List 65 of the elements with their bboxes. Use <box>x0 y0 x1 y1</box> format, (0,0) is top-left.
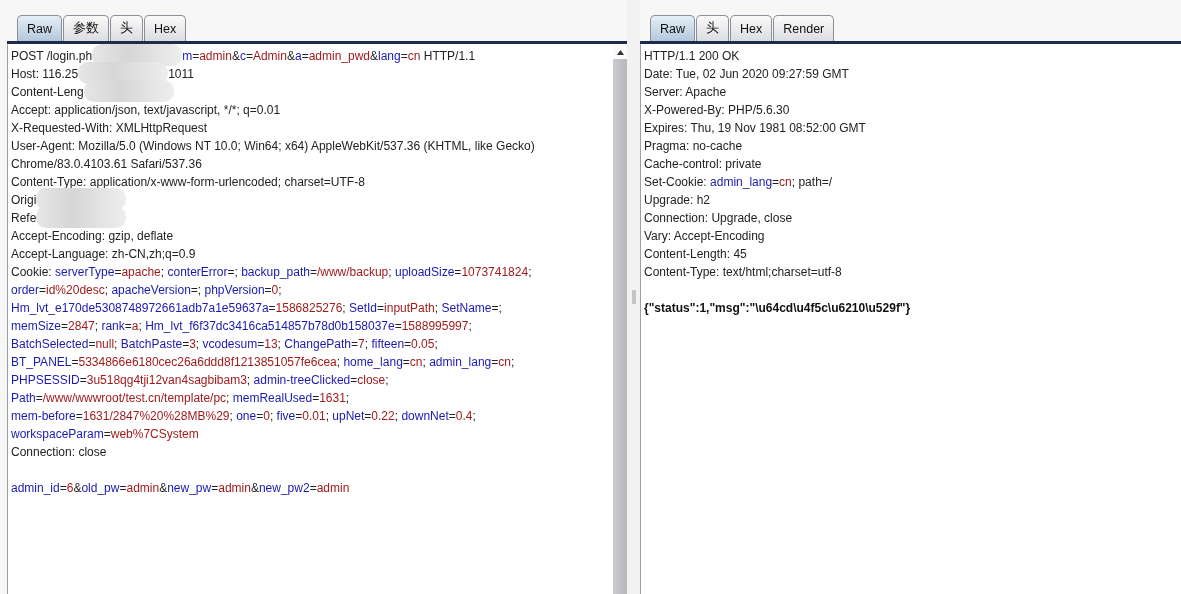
code-line: Accept: application/json, text/javascript, */*; q=0.01 <box>11 102 282 119</box>
code-text: m <box>182 48 193 65</box>
code-text: admin_pwd <box>308 48 370 65</box>
code-line: X-Powered-By: PHP/5.6.30 <box>644 102 791 119</box>
code-line: memSize=2847; rank=a; Hm_lvt_f6f37dc3416ca514857b78d0b158037e=1588995997; <box>11 318 473 335</box>
code-line: Date: Tue, 02 Jun 2020 09:27:59 GMT <box>644 66 850 83</box>
code-line: Content-Type: text/html;charset=utf-8 <box>644 264 843 281</box>
code-line: Connection: Upgrade, close <box>644 210 794 227</box>
code-text: Refe <box>11 210 37 227</box>
code-text: Content-Leng <box>11 84 84 101</box>
code-text: cn <box>407 48 421 65</box>
code-text: & <box>231 48 240 65</box>
tab[interactable]: Render <box>773 15 835 41</box>
up-arrow-icon[interactable] <box>616 49 624 55</box>
code-text: admin <box>199 48 232 65</box>
tab[interactable]: Hex <box>730 15 773 41</box>
code-text: a <box>294 48 302 65</box>
tab[interactable]: 参数 <box>63 15 109 41</box>
tab[interactable]: 头 <box>110 15 143 41</box>
code-line: mem-before=1631/2847%20%28MB%29; one=0; five=0.01; upNet=0.22; downNet=0.4; <box>11 408 477 425</box>
tab[interactable]: Hex <box>144 15 187 41</box>
code-text: & <box>370 48 379 65</box>
code-line: Cookie: serverType=apache; conterError=; backup_path=/www/backup; uploadSize=1073741824; <box>11 264 533 281</box>
code-line: Upgrade: h2 <box>644 192 712 209</box>
code-text: c <box>239 48 246 65</box>
code-text: = <box>192 48 200 65</box>
code-line: Accept-Language: zh-CN,zh;q=0.9 <box>11 246 197 263</box>
code-line: Vary: Accept-Encoding <box>644 228 766 245</box>
tab[interactable]: 头 <box>696 15 729 41</box>
code-text: = <box>301 48 309 65</box>
tab[interactable]: Raw <box>650 15 695 41</box>
code-text: 1011 <box>168 66 194 83</box>
code-line: order=id%20desc; apacheVersion=; phpVersion=0; <box>11 282 283 299</box>
code-line: Pragma: no-cache <box>644 138 744 155</box>
tab[interactable]: Raw <box>17 15 62 41</box>
code-text: = <box>245 48 253 65</box>
code-line: BT_PANEL=5334866e6180cec26a6ddd8f1213851057fe6cea; home_lang=cn; admin_lang=cn; <box>11 354 516 371</box>
code-text: Host: 116.25 <box>11 66 79 83</box>
code-text: HTTP/1.1 <box>422 48 476 65</box>
code-line: admin_id=6&old_pw=admin&new_pw=admin&new_pw2=admin <box>11 480 351 497</box>
code-text: = <box>400 48 408 65</box>
code-line: Path=/www/wwwroot/test.cn/template/pc; memRealUsed=1631; <box>11 390 351 407</box>
code-line: PHPSESSID=3u518qg4tji12van4sagbibam3; admin-treeClicked=close; <box>11 372 390 389</box>
code-line: HTTP/1.1 200 OK <box>644 48 741 65</box>
code-line: Expires: Thu, 19 Nov 1981 08:52:00 GMT <box>644 120 867 137</box>
code-line: Cache-control: private <box>644 156 763 173</box>
code-line: Accept-Encoding: gzip, deflate <box>11 228 175 245</box>
code-text: & <box>286 48 295 65</box>
code-line: workspaceParam=web%7CSystem <box>11 426 200 443</box>
code-line: {"status":1,"msg":"\u64cd\u4f5c\u6210\u529f"} <box>644 300 912 317</box>
code-line: Content-Length: 45 <box>644 246 748 263</box>
code-line: User-Agent: Mozilla/5.0 (Windows NT 10.0; Win64; x64) AppleWebKit/537.36 (KHTML, like Gecko) <box>11 138 536 155</box>
code-line: Set-Cookie: admin_lang=cn; path=/ <box>644 174 834 191</box>
code-line: Connection: close <box>11 444 108 461</box>
code-text: lang <box>378 48 401 65</box>
scrollbar[interactable] <box>613 45 627 594</box>
code-text: POST /login.ph <box>11 48 93 65</box>
code-text: Origi <box>11 192 37 209</box>
code-line: Chrome/83.0.4103.61 Safari/537.36 <box>11 156 203 173</box>
code-line: X-Requested-With: XMLHttpRequest <box>11 120 209 137</box>
code-line: Hm_lvt_e170de5308748972661adb7a1e59637a=1586825276; SetId=inputPath; SetName=; <box>11 300 503 317</box>
code-line: Server: Apache <box>644 84 728 101</box>
code-line: Content-Type: application/x-www-form-urlencoded; charset=UTF-8 <box>11 174 366 191</box>
code-text: Admin <box>252 48 287 65</box>
code-line: BatchSelected=null; BatchPaste=3; vcodesum=13; ChangePath=7; fifteen=0.05; <box>11 336 439 353</box>
